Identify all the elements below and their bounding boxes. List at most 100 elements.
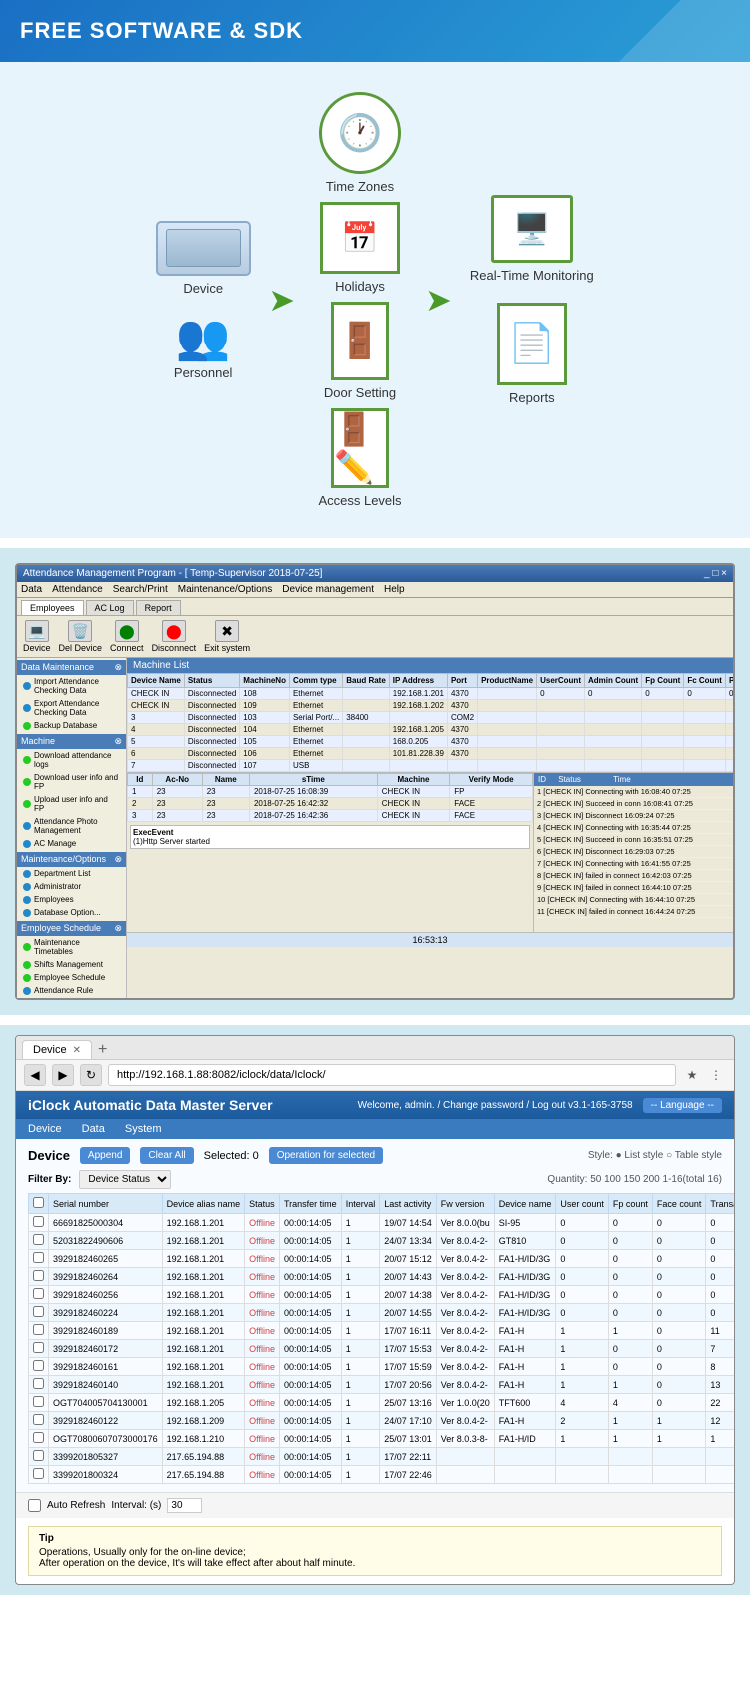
nav-device[interactable]: Device	[28, 1123, 62, 1135]
iclock-table-row[interactable]: 3929182460140 192.168.1.201 Offline 00:0…	[29, 1376, 736, 1394]
interval-label: Interval: (s)	[111, 1500, 161, 1511]
menu-help[interactable]: Help	[384, 584, 405, 595]
auto-refresh-checkbox[interactable]	[28, 1499, 41, 1512]
machine-list-title: Machine List	[133, 660, 189, 671]
toolbar-exit[interactable]: ✖ Exit system	[204, 620, 250, 653]
list-style-label[interactable]: List style	[624, 1150, 663, 1161]
event-item: 10 [CHECK IN] Connecting with 16:44:10 0…	[534, 894, 733, 906]
nav-system[interactable]: System	[125, 1123, 162, 1135]
col-last: Last activity	[380, 1194, 437, 1214]
machine-table: Device Name Status MachineNo Comm type B…	[127, 673, 733, 772]
selected-label: Selected: 0	[204, 1150, 259, 1162]
iclock-table-row[interactable]: 3929182460122 192.168.1.209 Offline 00:0…	[29, 1412, 736, 1430]
sidebar-ac-manage[interactable]: AC Manage	[17, 837, 126, 850]
new-tab-button[interactable]: +	[92, 1041, 113, 1059]
bookmark-icon[interactable]: ★	[682, 1065, 702, 1085]
menu-attendance[interactable]: Attendance	[52, 584, 103, 595]
sidebar-export-attendance[interactable]: Export Attendance Checking Data	[17, 697, 126, 719]
toolbar-connect[interactable]: ⬤ Connect	[110, 620, 144, 653]
sidebar-timetables[interactable]: Maintenance Timetables	[17, 936, 126, 958]
iclock-table-row[interactable]: 3929182460189 192.168.1.201 Offline 00:0…	[29, 1322, 736, 1340]
toolbar-connect-label: Connect	[110, 643, 144, 653]
realtime-box: 🖥️ Real-Time Monitoring	[470, 195, 594, 283]
sidebar-photo-mgmt[interactable]: Attendance Photo Management	[17, 815, 126, 837]
forward-button[interactable]: ▶	[52, 1064, 74, 1086]
sidebar-emp-schedule[interactable]: Employee Schedule	[17, 971, 126, 984]
event-item: 2 [CHECK IN] Succeed in conn 16:08:41 07…	[534, 798, 733, 810]
diagram-left: Device 👥 Personnel	[138, 221, 268, 380]
menu-icon[interactable]: ⋮	[706, 1065, 726, 1085]
interval-input[interactable]	[167, 1498, 202, 1513]
sidebar-backup[interactable]: Backup Database	[17, 719, 126, 732]
machine-table-row[interactable]: 3 Disconnected 103 Serial Port/... 38400…	[128, 712, 734, 724]
sidebar-admin[interactable]: Administrator	[17, 880, 126, 893]
tab-close-icon[interactable]: ✕	[73, 1045, 81, 1056]
timezones-icon: 🕐	[319, 92, 401, 174]
log-table-row[interactable]: 2 23 23 2018-07-25 16:42:32 CHECK IN FAC…	[128, 798, 533, 810]
iclock-table-row[interactable]: 3399201800324 217.65.194.88 Offline 00:0…	[29, 1466, 736, 1484]
menu-device[interactable]: Device management	[282, 584, 374, 595]
tab-report[interactable]: Report	[136, 600, 181, 615]
browser-tab-device[interactable]: Device ✕	[22, 1040, 92, 1059]
sidebar-employees[interactable]: Employees	[17, 893, 126, 906]
main-panel: Machine List Device Name Status MachineN…	[127, 658, 733, 998]
iclock-table-row[interactable]: 3929182460264 192.168.1.201 Offline 00:0…	[29, 1268, 736, 1286]
iclock-table-row[interactable]: 52031822490606 192.168.1.201 Offline 00:…	[29, 1232, 736, 1250]
iclock-table-row[interactable]: 3929182460172 192.168.1.201 Offline 00:0…	[29, 1340, 736, 1358]
language-button[interactable]: -- Language --	[643, 1098, 722, 1113]
url-bar[interactable]	[108, 1064, 676, 1086]
iclock-table-row[interactable]: 3929182460265 192.168.1.201 Offline 00:0…	[29, 1250, 736, 1268]
sidebar-import-attendance[interactable]: Import Attendance Checking Data	[17, 675, 126, 697]
machine-table-row[interactable]: CHECK IN Disconnected 108 Ethernet 192.1…	[128, 688, 734, 700]
iclock-table-row[interactable]: 3929182460256 192.168.1.201 Offline 00:0…	[29, 1286, 736, 1304]
sidebar-upload-user[interactable]: Upload user info and FP	[17, 793, 126, 815]
tab-aclog[interactable]: AC Log	[86, 600, 134, 615]
sidebar-download-user[interactable]: Download user info and FP	[17, 771, 126, 793]
refresh-button[interactable]: ↻	[80, 1064, 102, 1086]
sidebar-dept-list[interactable]: Department List	[17, 867, 126, 880]
iclock-table-row[interactable]: OGT70800607073000176 192.168.1.210 Offli…	[29, 1430, 736, 1448]
select-all-checkbox[interactable]	[33, 1197, 44, 1208]
col-transfer: Transfer time	[280, 1194, 342, 1214]
machine-table-row[interactable]: CHECK IN Disconnected 109 Ethernet 192.1…	[128, 700, 734, 712]
back-button[interactable]: ◀	[24, 1064, 46, 1086]
event-header: ID Status Time	[534, 773, 733, 786]
col-interval: Interval	[341, 1194, 380, 1214]
sidebar-machine[interactable]: Machine ⊗	[17, 734, 126, 749]
log-col-machine: Machine	[377, 774, 449, 786]
toolbar-del-device[interactable]: 🗑️ Del Device	[59, 620, 103, 653]
sidebar-download-logs[interactable]: Download attendance logs	[17, 749, 126, 771]
clear-all-button[interactable]: Clear All	[140, 1147, 193, 1164]
tab-employees[interactable]: Employees	[21, 600, 84, 615]
machine-table-row[interactable]: 7 Disconnected 107 USB 3204	[128, 760, 734, 772]
log-table-row[interactable]: 1 23 23 2018-07-25 16:08:39 CHECK IN FP	[128, 786, 533, 798]
table-style-label[interactable]: Table style	[675, 1150, 722, 1161]
iclock-table-row[interactable]: 3399201805327 217.65.194.88 Offline 00:0…	[29, 1448, 736, 1466]
menu-maintenance[interactable]: Maintenance/Options	[178, 584, 273, 595]
toolbar-device[interactable]: 💻 Device	[23, 620, 51, 653]
machine-table-row[interactable]: 4 Disconnected 104 Ethernet 192.168.1.20…	[128, 724, 734, 736]
sidebar-shifts[interactable]: Shifts Management	[17, 958, 126, 971]
append-button[interactable]: Append	[80, 1147, 130, 1164]
iclock-table-row[interactable]: 66691825000304 192.168.1.201 Offline 00:…	[29, 1214, 736, 1232]
machine-table-row[interactable]: 5 Disconnected 105 Ethernet 168.0.205 43…	[128, 736, 734, 748]
operation-button[interactable]: Operation for selected	[269, 1147, 383, 1164]
filter-select[interactable]: Device Status	[79, 1170, 171, 1189]
sidebar-maintenance-options[interactable]: Maintenance/Options ⊗	[17, 852, 126, 867]
iclock-table-row[interactable]: OGT704005704130001 192.168.1.205 Offline…	[29, 1394, 736, 1412]
log-table-row[interactable]: 3 23 23 2018-07-25 16:42:36 CHECK IN FAC…	[128, 810, 533, 822]
col-port: Port	[447, 674, 477, 688]
sidebar-employee-schedule[interactable]: Employee Schedule ⊗	[17, 921, 126, 936]
sidebar-db-option[interactable]: Database Option...	[17, 906, 126, 919]
machine-table-row[interactable]: 6 Disconnected 106 Ethernet 101.81.228.3…	[128, 748, 734, 760]
iclock-table-row[interactable]: 3929182460224 192.168.1.201 Offline 00:0…	[29, 1304, 736, 1322]
col-product: ProductName	[478, 674, 537, 688]
sidebar-attendance-rule[interactable]: Attendance Rule	[17, 984, 126, 997]
sidebar-data-maintenance[interactable]: Data Maintenance ⊗	[17, 660, 126, 675]
menu-search[interactable]: Search/Print	[113, 584, 168, 595]
nav-data[interactable]: Data	[82, 1123, 105, 1135]
toolbar-disconnect[interactable]: ⬤ Disconnect	[152, 620, 197, 653]
menu-data[interactable]: Data	[21, 584, 42, 595]
browser-window: Device ✕ + ◀ ▶ ↻ ★ ⋮ iClock Automatic Da…	[15, 1035, 735, 1585]
iclock-table-row[interactable]: 3929182460161 192.168.1.201 Offline 00:0…	[29, 1358, 736, 1376]
